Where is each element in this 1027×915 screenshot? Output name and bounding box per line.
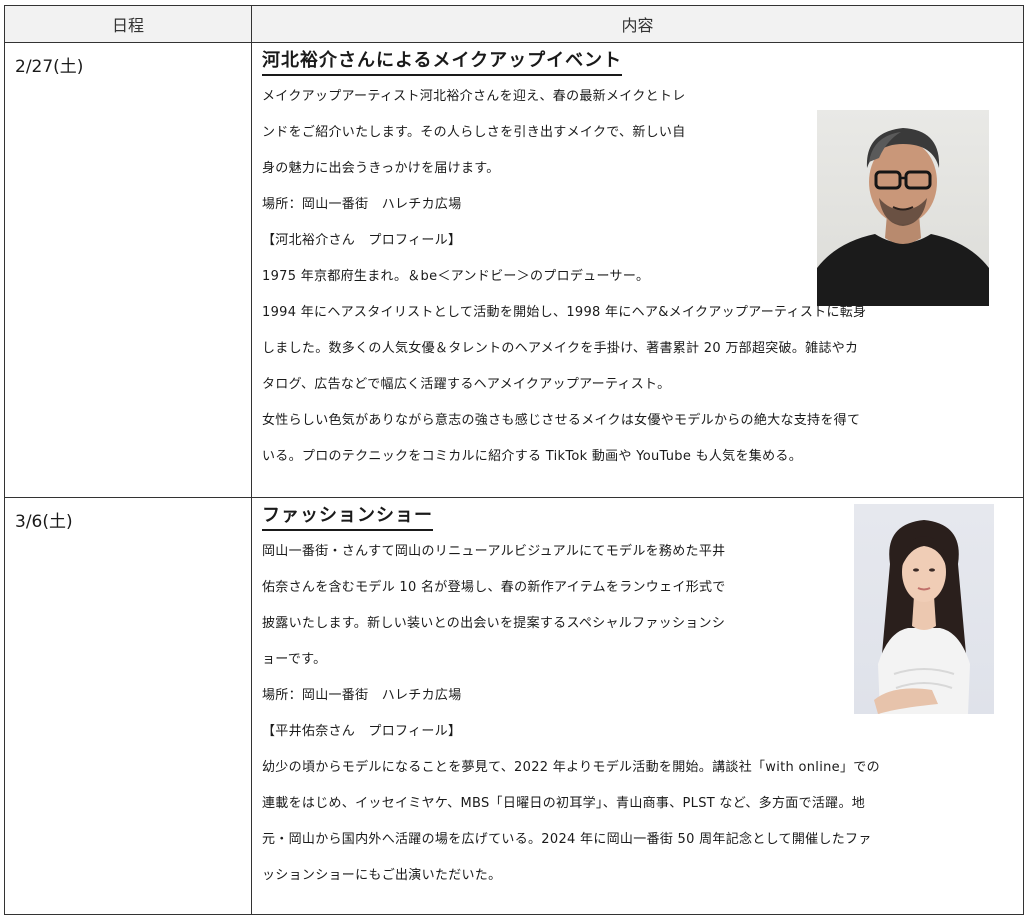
profile-line: 幼少の頃からモデルになることを夢見て、2022 年よりモデル活動を開始。講談社「… [262,760,880,775]
profile-line: 女性らしい色気がありながら意志の強さも感じさせるメイクは女優やモデルからの絶大な… [262,413,861,428]
table-header-row: 日程 内容 [4,5,1024,43]
event-title: ファッションショー [262,504,433,531]
header-content: 内容 [251,5,1024,43]
event-schedule-table: 日程 内容 2/27(土) 河北裕介さんによるメイクアップイベント メイクアップ… [4,5,1024,915]
profile-line: ッションショーにもご出演いただいた。 [262,868,502,883]
profile-line: しました。数多くの人気女優＆タレントのヘアメイクを手掛け、著書累計 20 万部超… [262,341,859,356]
profile-line: いる。プロのテクニックをコミカルに紹介する TikTok 動画や YouTube… [262,449,802,464]
event-title: 河北裕介さんによるメイクアップイベント [262,49,623,76]
event-date: 3/6(土) [4,497,252,915]
profile-line: タログ、広告などで幅広く活躍するヘアメイクアップアーティスト。 [262,377,671,392]
table-row: 3/6(土) ファッションショー 岡山一番街・さんすて岡山のリニューアルビジュア… [4,497,1024,915]
event-content: 河北裕介さんによるメイクアップイベント メイクアップアーティスト河北裕介さんを迎… [251,42,1024,498]
hirai-portrait-photo [854,504,994,714]
profile-line: 元・岡山から国内外へ活躍の場を広げている。2024 年に岡山一番街 50 周年記… [262,832,872,847]
table-row: 2/27(土) 河北裕介さんによるメイクアップイベント メイクアップアーティスト… [4,42,1024,498]
event-date: 2/27(土) [4,42,252,498]
header-date: 日程 [4,5,252,43]
profile-line: 連載をはじめ、イッセイミヤケ、MBS「日曜日の初耳学」、青山商事、PLST など… [262,796,866,811]
kawakita-portrait-photo [817,110,989,306]
event-content: ファッションショー 岡山一番街・さんすて岡山のリニューアルビジュアルにてモデルを… [251,497,1024,915]
profile-heading: 【平井佑奈さん プロフィール】 [262,724,462,739]
